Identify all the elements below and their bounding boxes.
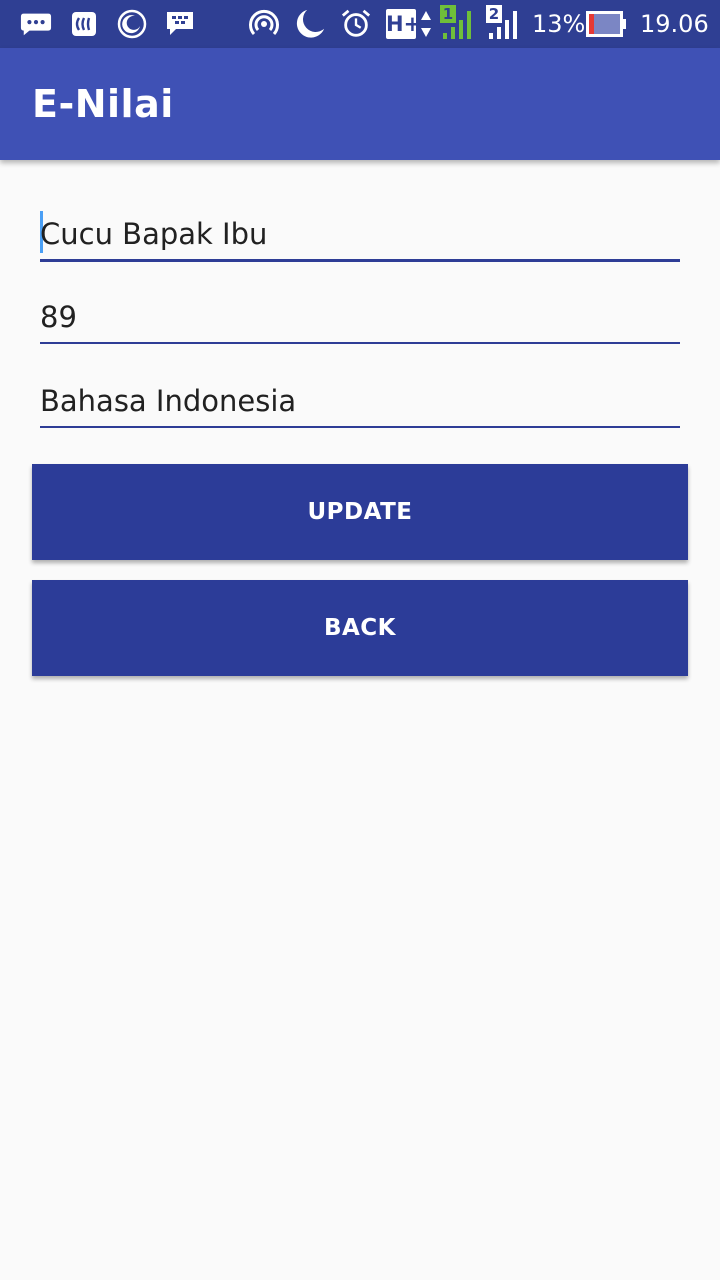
app-title: E-Nilai	[32, 82, 174, 126]
status-bar: H+ 1 2 13% 19.06	[0, 0, 720, 48]
update-button[interactable]: UPDATE	[32, 464, 688, 560]
battery-icon	[586, 8, 628, 40]
score-field-value: 89	[40, 300, 77, 334]
signal-sim2-icon: 2	[486, 5, 524, 40]
chat-bubble-icon	[20, 8, 52, 40]
subject-field-value: Bahasa Indonesia	[40, 384, 297, 418]
battery-percent: 13%	[532, 10, 586, 38]
bbm-icon	[164, 8, 196, 40]
nfc-icon	[68, 8, 100, 40]
alarm-icon	[340, 8, 372, 40]
score-field[interactable]: 89	[40, 288, 680, 344]
moon-icon	[116, 8, 148, 40]
subject-field[interactable]: Bahasa Indonesia	[40, 372, 680, 428]
name-field-value: Cucu Bapak Ibu	[40, 217, 268, 251]
network-hplus-icon: H+	[384, 8, 434, 40]
do-not-disturb-icon	[294, 8, 326, 40]
name-field[interactable]: Cucu Bapak Ibu	[40, 206, 680, 262]
signal-sim1-icon: 1	[440, 5, 478, 40]
app-bar: E-Nilai	[0, 48, 720, 160]
back-button[interactable]: BACK	[32, 580, 688, 676]
hotspot-icon	[248, 8, 280, 40]
clock: 19.06	[640, 10, 709, 38]
